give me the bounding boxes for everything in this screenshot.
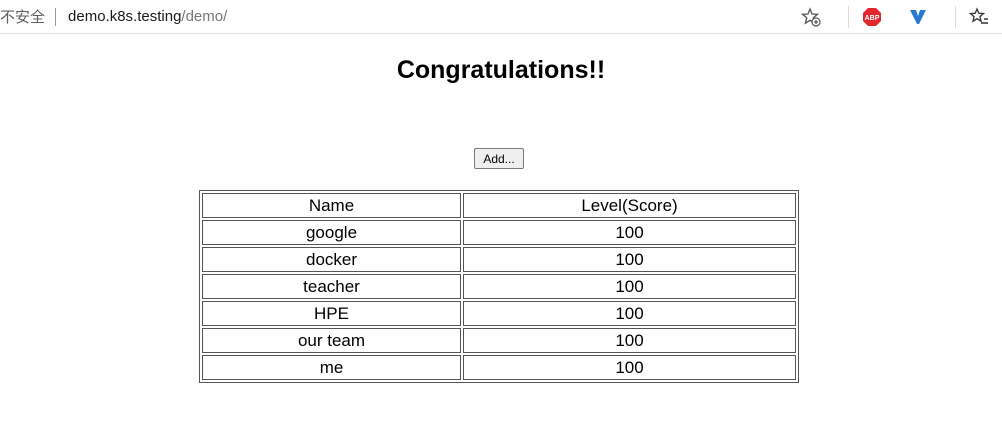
add-button[interactable]: Add...	[474, 148, 524, 169]
table-row: google 100	[202, 220, 796, 245]
address-bar[interactable]: 不安全 demo.k8s.testing/demo/ ABP	[0, 0, 1002, 34]
page-title: Congratulations!!	[396, 56, 606, 84]
cell-name: google	[202, 220, 461, 245]
favorites-bar-icon[interactable]	[968, 6, 990, 28]
table-row: me 100	[202, 355, 796, 380]
cell-score: 100	[463, 247, 796, 272]
cell-score: 100	[463, 301, 796, 326]
column-header-name: Name	[202, 193, 461, 218]
security-indicator[interactable]: 不安全	[0, 6, 45, 27]
cell-name: me	[202, 355, 461, 380]
cell-name: our team	[202, 328, 461, 353]
address-separator	[55, 7, 57, 26]
table-row: HPE 100	[202, 301, 796, 326]
cell-score: 100	[463, 355, 796, 380]
table-row: our team 100	[202, 328, 796, 353]
svg-text:ABP: ABP	[865, 15, 880, 22]
extension-icon[interactable]	[907, 6, 929, 28]
table-header-row: Name Level(Score)	[202, 193, 796, 218]
toolbar-divider	[848, 5, 849, 28]
toolbar-divider	[955, 5, 956, 28]
favorite-star-icon[interactable]	[800, 6, 822, 28]
browser-toolbar: ABP	[800, 0, 1002, 33]
cell-name: teacher	[202, 274, 461, 299]
url-path: /demo/	[181, 8, 228, 25]
scores-table: Name Level(Score) google 100 docker 100 …	[199, 190, 799, 383]
cell-score: 100	[463, 274, 796, 299]
cell-name: docker	[202, 247, 461, 272]
cell-name: HPE	[202, 301, 461, 326]
cell-score: 100	[463, 328, 796, 353]
url-text[interactable]: demo.k8s.testing/demo/	[68, 8, 227, 25]
adblock-plus-icon[interactable]: ABP	[861, 6, 883, 28]
cell-score: 100	[463, 220, 796, 245]
column-header-score: Level(Score)	[463, 193, 796, 218]
table-row: docker 100	[202, 247, 796, 272]
table-row: teacher 100	[202, 274, 796, 299]
url-host: demo.k8s.testing	[68, 8, 182, 25]
